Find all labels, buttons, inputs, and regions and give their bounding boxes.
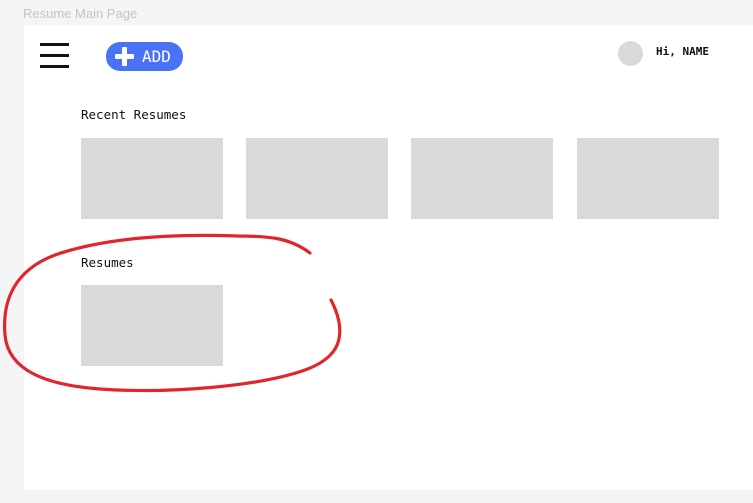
frame-label: Resume Main Page <box>23 6 138 21</box>
recent-resume-card[interactable] <box>577 138 719 219</box>
hamburger-menu-icon[interactable] <box>40 43 69 69</box>
menu-line <box>40 54 69 57</box>
add-button[interactable]: ADD <box>106 42 183 71</box>
menu-line <box>40 65 69 68</box>
recent-resume-card[interactable] <box>246 138 388 219</box>
add-button-label: ADD <box>142 47 171 66</box>
user-greeting: Hi, NAME <box>656 45 709 58</box>
recent-resume-card[interactable] <box>411 138 553 219</box>
resume-main-page: ADD Hi, NAME Recent Resumes Resumes <box>24 25 753 490</box>
resumes-title: Resumes <box>81 255 134 270</box>
avatar[interactable] <box>618 41 643 66</box>
resume-card[interactable] <box>81 285 223 366</box>
recent-resume-card[interactable] <box>81 138 223 219</box>
recent-resumes-title: Recent Resumes <box>81 107 187 122</box>
plus-icon <box>115 47 134 66</box>
menu-line <box>40 43 69 46</box>
